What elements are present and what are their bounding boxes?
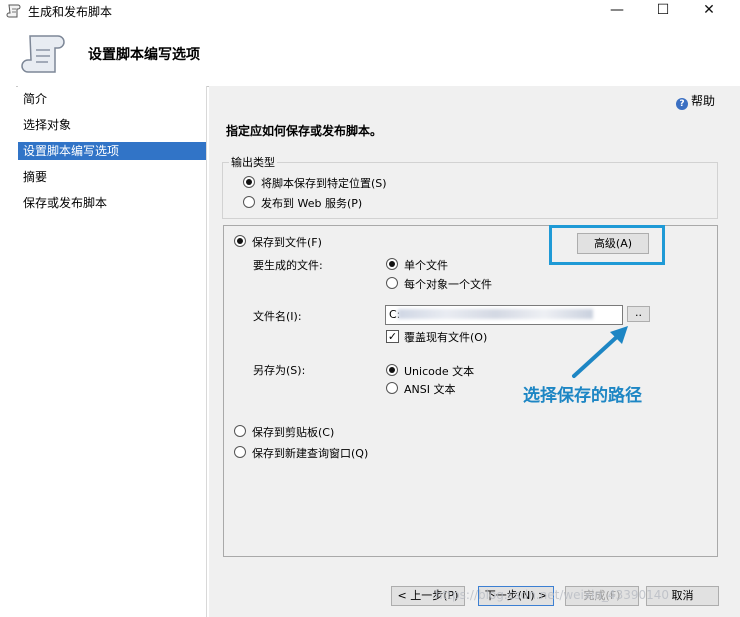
window-title: 生成和发布脚本: [28, 5, 113, 19]
window-left-edge: [0, 24, 16, 617]
annotation-arrow-icon: [572, 326, 628, 378]
help-link[interactable]: ? 帮助: [676, 92, 715, 110]
blurred-path: [398, 309, 593, 319]
save-to-location-radio[interactable]: [243, 176, 255, 188]
save-as-label: 另存为(S):: [253, 364, 306, 377]
minimize-button[interactable]: —: [594, 0, 640, 22]
close-icon: ✕: [703, 2, 715, 18]
sidebar-item-intro[interactable]: 简介: [18, 90, 206, 108]
script-scroll-icon: [6, 4, 21, 18]
save-to-file-radio[interactable]: [234, 235, 246, 247]
ansi-text-label[interactable]: ANSI 文本: [404, 381, 455, 397]
save-to-query-window-label[interactable]: 保存到新建查询窗口(Q): [252, 445, 368, 461]
ansi-text-radio[interactable]: [386, 382, 398, 394]
overwrite-checkbox[interactable]: ✓: [386, 330, 399, 343]
maximize-button[interactable]: ☐: [640, 0, 686, 22]
minimize-icon: —: [610, 2, 624, 18]
advanced-highlight-box: [549, 225, 665, 265]
files-to-generate-label: 要生成的文件:: [253, 259, 323, 272]
file-per-object-label[interactable]: 每个对象一个文件: [404, 276, 492, 292]
maximize-icon: ☐: [656, 2, 670, 18]
save-options-group: [223, 225, 718, 557]
close-button[interactable]: ✕: [686, 0, 732, 22]
save-to-file-label[interactable]: 保存到文件(F): [252, 234, 322, 250]
save-to-clipboard-label[interactable]: 保存到剪贴板(C): [252, 424, 334, 440]
file-per-object-radio[interactable]: [386, 277, 398, 289]
sidebar-item-scripting-options[interactable]: 设置脚本编写选项: [18, 142, 206, 160]
save-to-clipboard-radio[interactable]: [234, 425, 246, 437]
sidebar-item-summary[interactable]: 摘要: [18, 168, 206, 186]
unicode-text-label[interactable]: Unicode 文本: [404, 363, 474, 379]
annotation-text: 选择保存的路径: [523, 386, 642, 406]
single-file-radio[interactable]: [386, 258, 398, 270]
overwrite-label[interactable]: 覆盖现有文件(O): [404, 329, 487, 345]
instruction-text: 指定应如何保存或发布脚本。: [226, 124, 383, 138]
help-label: 帮助: [691, 94, 716, 108]
sidebar-item-save-publish[interactable]: 保存或发布脚本: [18, 194, 206, 212]
file-name-label: 文件名(I):: [253, 310, 302, 323]
help-icon: ?: [676, 98, 688, 110]
save-to-query-window-radio[interactable]: [234, 446, 246, 458]
watermark: https://blog.csdn.net/weixin_43390140: [435, 588, 670, 602]
publish-web-service-label[interactable]: 发布到 Web 服务(P): [261, 195, 362, 211]
sidebar: [18, 86, 207, 617]
unicode-text-radio[interactable]: [386, 364, 398, 376]
publish-web-service-radio[interactable]: [243, 196, 255, 208]
script-scroll-icon: [21, 35, 65, 73]
page-title: 设置脚本编写选项: [88, 47, 200, 63]
sidebar-item-choose-objects[interactable]: 选择对象: [18, 116, 206, 134]
output-type-legend: 输出类型: [229, 154, 277, 170]
single-file-label[interactable]: 单个文件: [404, 257, 448, 273]
save-to-location-label[interactable]: 将脚本保存到特定位置(S): [261, 175, 387, 191]
